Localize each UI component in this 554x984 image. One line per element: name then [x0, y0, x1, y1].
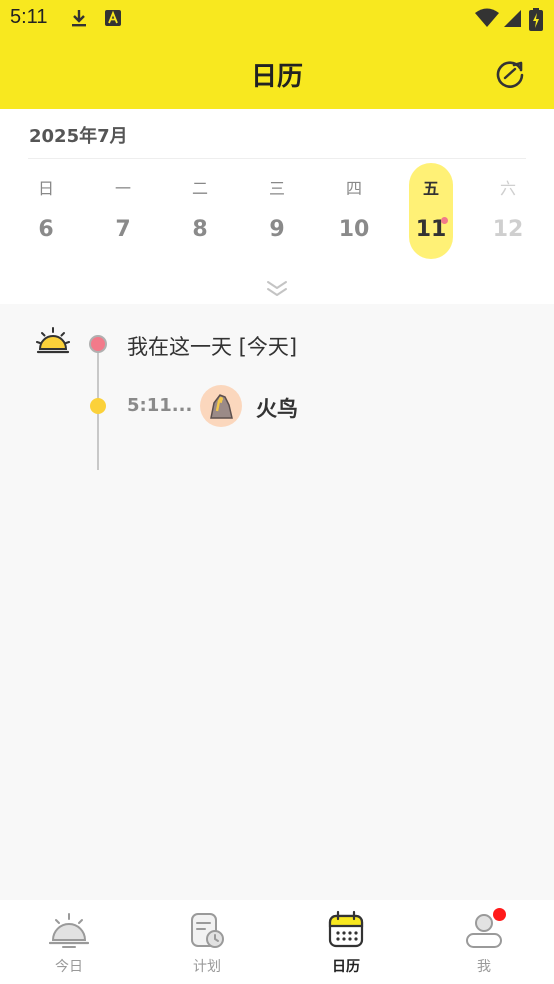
nav-label: 计划	[193, 959, 221, 975]
weekday-label: 二	[191, 179, 208, 198]
day-cell-11-selected[interactable]: 五 11	[409, 163, 453, 259]
day-number: 8	[192, 217, 208, 242]
month-label[interactable]: 2025年7月	[29, 122, 128, 148]
nav-item-me[interactable]: 我	[415, 900, 553, 984]
page-title: 日历	[250, 62, 303, 92]
day-cell-10[interactable]: 四 10	[332, 163, 376, 259]
day-timeline: 我在这一天 [今天] 5:11... 火鸟	[0, 304, 554, 900]
notification-badge	[493, 908, 506, 921]
entry-name[interactable]: 火鸟	[256, 393, 298, 423]
weekday-label: 四	[345, 179, 362, 198]
day-cell-8[interactable]: 二 8	[178, 163, 222, 259]
battery-charging-icon	[529, 8, 543, 31]
day-title: 我在这一天 [今天]	[127, 335, 298, 359]
refresh-icon[interactable]	[494, 58, 526, 90]
sunrise-icon	[36, 327, 70, 354]
bottom-nav: 今日 计划 日历 我	[0, 900, 554, 984]
nav-label: 日历	[332, 959, 360, 975]
weekday-label: 日	[37, 179, 54, 198]
entry-time: 5:11...	[127, 395, 193, 416]
double-chevron-down-icon[interactable]	[265, 279, 289, 299]
day-number: 12	[492, 217, 524, 242]
day-cell-6[interactable]: 日 6	[24, 163, 68, 259]
nav-item-today[interactable]: 今日	[0, 900, 138, 984]
timeline-day-marker	[89, 335, 107, 353]
divider	[28, 158, 526, 159]
day-number: 10	[338, 217, 370, 242]
day-number: 6	[38, 217, 54, 242]
status-time: 5:11	[10, 6, 48, 28]
nav-label: 今日	[55, 959, 83, 975]
calendar-week-strip: 2025年7月 日 6 一 7 二 8 三 9 四 10 五 11 六 12	[0, 109, 554, 304]
firebird-avatar[interactable]	[200, 385, 242, 427]
day-cell-7[interactable]: 一 7	[101, 163, 145, 259]
download-icon	[72, 10, 86, 27]
nav-item-calendar[interactable]: 日历	[277, 900, 415, 984]
day-cell-12[interactable]: 六 12	[486, 163, 530, 259]
plan-clock-icon	[191, 913, 224, 948]
day-number: 9	[269, 217, 285, 242]
weekday-label: 一	[114, 179, 131, 198]
weekday-label: 五	[422, 179, 439, 198]
day-number: 7	[115, 217, 131, 242]
event-indicator-dot	[441, 217, 448, 224]
nav-item-plan[interactable]: 计划	[138, 900, 276, 984]
nav-label: 我	[477, 959, 491, 975]
calendar-icon	[328, 910, 364, 948]
status-bar: 5:11	[0, 0, 554, 36]
text-a-icon	[105, 10, 121, 26]
day-cell-9[interactable]: 三 9	[255, 163, 299, 259]
weekday-label: 六	[499, 179, 516, 198]
sunrise-icon	[49, 913, 89, 948]
app-header: 日历	[0, 36, 554, 109]
signal-icon	[504, 10, 521, 27]
weekday-label: 三	[268, 179, 285, 198]
wifi-icon	[475, 8, 499, 27]
avatar-image-icon	[210, 394, 233, 419]
timeline-entry-marker	[90, 398, 106, 414]
